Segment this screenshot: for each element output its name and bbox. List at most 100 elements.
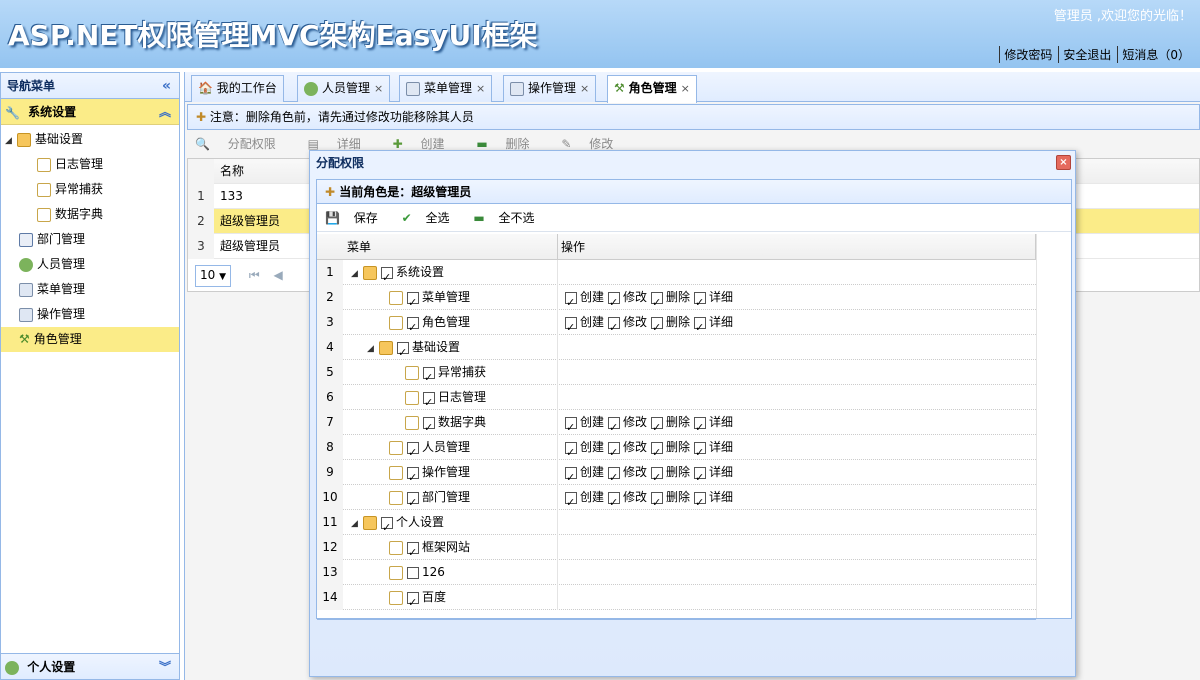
assign-permission-button[interactable]: 🔍 分配权限 — [195, 137, 290, 151]
menu-checkbox[interactable] — [397, 340, 409, 365]
close-tab-icon[interactable]: × — [476, 82, 485, 95]
tree-row[interactable]: 9 操作管理 创建 修改 删除 详细 — [317, 460, 1036, 490]
expand-triangle-icon[interactable]: ◢ — [5, 129, 17, 154]
nav-item-dictionary[interactable]: 数据字典 — [1, 202, 179, 227]
expand-triangle-icon[interactable]: ◢ — [351, 262, 363, 287]
op-checkbox[interactable] — [651, 440, 664, 465]
op-checkbox[interactable] — [651, 415, 664, 440]
op-checkbox[interactable] — [608, 490, 621, 515]
page-size-select[interactable]: 10 ▼ — [195, 265, 232, 287]
op-checkbox[interactable] — [565, 315, 577, 340]
menu-checkbox[interactable] — [407, 290, 419, 315]
collapse-left-icon[interactable]: « — [162, 73, 171, 99]
accordion-personal-settings[interactable]: 个人设置 ︾ — [1, 653, 179, 679]
nav-item-basic-settings[interactable]: ◢ 基础设置 — [1, 127, 179, 152]
first-page-icon[interactable]: ⏮ — [249, 268, 260, 282]
detail-button[interactable]: ▤ 详细 — [308, 137, 375, 151]
tree-row[interactable]: 12 框架网站 — [317, 535, 1036, 565]
op-checkbox[interactable] — [608, 465, 621, 490]
op-checkbox[interactable] — [694, 290, 707, 315]
tree-row[interactable]: 7 数据字典 创建 修改 删除 详细 — [317, 410, 1036, 440]
close-tab-icon[interactable]: × — [374, 82, 383, 95]
column-header-menu[interactable]: 菜单 — [347, 234, 371, 260]
menu-checkbox[interactable] — [381, 265, 393, 290]
column-header-ops[interactable]: 操作 — [561, 234, 585, 260]
menu-checkbox[interactable] — [407, 440, 419, 465]
op-checkbox[interactable] — [608, 415, 621, 440]
select-none-button[interactable]: ▬ 全不选 — [473, 211, 544, 225]
nav-item-menus[interactable]: 菜单管理 — [1, 277, 179, 302]
op-checkbox[interactable] — [651, 315, 664, 340]
tree-row[interactable]: 13 126 — [317, 560, 1036, 585]
tab-operations[interactable]: 操作管理 × — [503, 75, 597, 102]
op-checkbox[interactable] — [651, 290, 664, 315]
op-checkbox[interactable] — [694, 465, 707, 490]
top-links: 修改密码 安全退出 短消息（0） — [999, 46, 1190, 63]
menu-checkbox[interactable] — [407, 490, 419, 515]
nav-item-roles[interactable]: ⚒ 角色管理 — [1, 327, 179, 352]
menu-checkbox[interactable] — [423, 415, 435, 440]
tree-row[interactable]: 5 异常捕获 — [317, 360, 1036, 390]
menu-checkbox[interactable] — [407, 315, 419, 340]
op-checkbox[interactable] — [651, 465, 664, 490]
tree-row[interactable]: 1 ◢ 系统设置 — [317, 260, 1036, 290]
menu-checkbox[interactable] — [423, 365, 435, 390]
expand-triangle-icon[interactable]: ◢ — [351, 512, 363, 537]
menu-checkbox[interactable] — [407, 590, 419, 615]
tree-row[interactable]: 4 ◢ 基础设置 — [317, 335, 1036, 365]
tree-row[interactable]: 14 百度 — [317, 585, 1036, 615]
expand-triangle-icon[interactable]: ◢ — [367, 337, 379, 362]
op-checkbox[interactable] — [608, 290, 621, 315]
nav-item-users[interactable]: 人员管理 — [1, 252, 179, 277]
op-checkbox[interactable] — [694, 440, 707, 465]
create-button[interactable]: ✚ 创建 — [393, 137, 459, 151]
menu-checkbox[interactable] — [423, 390, 435, 415]
change-password-link[interactable]: 修改密码 — [999, 46, 1052, 63]
menu-checkbox[interactable] — [407, 566, 419, 579]
logout-link[interactable]: 安全退出 — [1058, 46, 1111, 63]
tab-workbench[interactable]: 🏠 我的工作台 — [191, 75, 284, 102]
tab-roles[interactable]: ⚒ 角色管理 × — [607, 75, 697, 103]
menu-checkbox[interactable] — [407, 540, 419, 565]
op-checkbox[interactable] — [565, 490, 577, 515]
tree-row[interactable]: 3 角色管理 创建 修改 删除 详细 — [317, 310, 1036, 340]
close-tab-icon[interactable]: × — [681, 82, 690, 95]
column-header-name[interactable]: 名称 — [220, 159, 244, 184]
horizontal-scrollbar[interactable] — [317, 618, 1036, 620]
close-icon[interactable]: × — [1056, 155, 1071, 170]
tree-row[interactable]: 8 人员管理 创建 修改 删除 详细 — [317, 435, 1036, 465]
accordion-system-settings[interactable]: 🔧 系统设置 ︽ — [1, 99, 179, 125]
nav-item-log[interactable]: 日志管理 — [1, 152, 179, 177]
tab-users[interactable]: 人员管理 × — [297, 75, 391, 102]
nav-item-department[interactable]: 部门管理 — [1, 227, 179, 252]
delete-button[interactable]: ▬ 删除 — [476, 137, 543, 151]
op-checkbox[interactable] — [608, 315, 621, 340]
op-checkbox[interactable] — [694, 415, 707, 440]
vertical-scroll-area[interactable] — [1036, 234, 1071, 618]
op-checkbox[interactable] — [651, 490, 664, 515]
op-checkbox[interactable] — [565, 290, 577, 315]
expand-down-icon[interactable]: ︾ — [159, 654, 171, 680]
tree-row[interactable]: 11 ◢ 个人设置 — [317, 510, 1036, 540]
tree-row[interactable]: 6 日志管理 — [317, 385, 1036, 415]
select-all-button[interactable]: ✔ 全选 — [402, 211, 460, 225]
nav-item-operations[interactable]: 操作管理 — [1, 302, 179, 327]
messages-link[interactable]: 短消息（0） — [1117, 46, 1190, 63]
nav-item-exception[interactable]: 异常捕获 — [1, 177, 179, 202]
tab-menus[interactable]: 菜单管理 × — [399, 75, 493, 102]
op-checkbox[interactable] — [565, 415, 577, 440]
prev-page-icon[interactable]: ◀ — [274, 268, 283, 282]
save-button[interactable]: 💾 保存 — [325, 211, 388, 225]
op-checkbox[interactable] — [565, 465, 577, 490]
edit-button[interactable]: ✎ 修改 — [561, 137, 627, 151]
op-checkbox[interactable] — [694, 490, 707, 515]
op-checkbox[interactable] — [608, 440, 621, 465]
tree-row[interactable]: 2 菜单管理 创建 修改 删除 详细 — [317, 285, 1036, 315]
menu-checkbox[interactable] — [381, 515, 393, 540]
tree-row[interactable]: 10 部门管理 创建 修改 删除 详细 — [317, 485, 1036, 515]
collapse-up-icon[interactable]: ︽ — [159, 99, 171, 125]
op-checkbox[interactable] — [694, 315, 707, 340]
close-tab-icon[interactable]: × — [580, 82, 589, 95]
menu-checkbox[interactable] — [407, 465, 419, 490]
op-checkbox[interactable] — [565, 440, 577, 465]
